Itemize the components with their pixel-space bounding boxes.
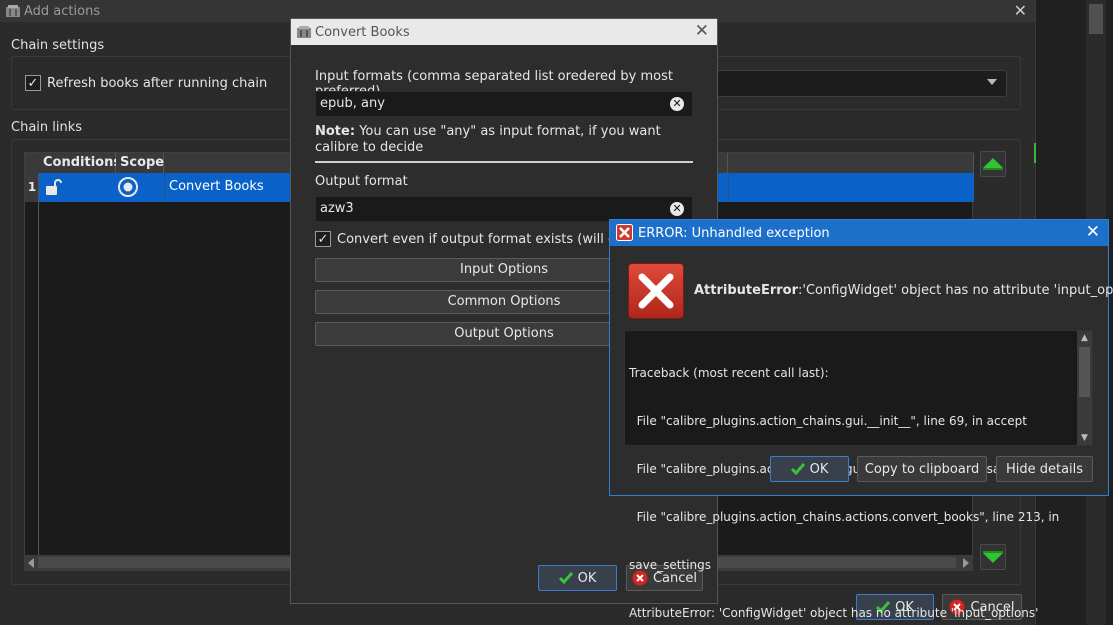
refresh-checkbox[interactable]: ✓ — [25, 75, 41, 91]
scroll-thumb[interactable] — [1079, 347, 1090, 397]
clear-icon[interactable]: ✕ — [670, 97, 684, 111]
table-corner — [25, 153, 39, 173]
traceback-text[interactable]: Traceback (most recent call last): File … — [624, 330, 1093, 620]
input-formats-input[interactable]: epub, any ✕ — [315, 91, 693, 117]
clear-icon[interactable]: ✕ — [670, 202, 684, 216]
input-formats-value: epub, any — [320, 96, 385, 111]
chevron-down-icon — [987, 79, 997, 85]
refresh-checkbox-row[interactable]: ✓ Refresh books after running chain — [25, 75, 267, 91]
error-message: AttributeError:'ConfigWidget' object has… — [694, 283, 1113, 298]
header-divider — [727, 153, 728, 173]
check-icon — [558, 572, 573, 584]
background-scroll-thumb[interactable] — [1089, 4, 1103, 34]
convert-checkbox[interactable]: ✓ — [315, 231, 331, 247]
scroll-left-icon[interactable] — [28, 558, 34, 568]
row-number[interactable]: 1 — [25, 173, 39, 202]
close-icon[interactable]: ✕ — [1014, 1, 1027, 20]
ok-label: OK — [809, 461, 829, 477]
copy-to-clipboard-button[interactable]: Copy to clipboard — [857, 456, 987, 482]
traceback-scrollbar[interactable]: ▲ ▼ — [1077, 331, 1092, 445]
note-body: You can use "any" as input format, if yo… — [315, 124, 661, 155]
separator — [315, 161, 693, 163]
move-up-button[interactable] — [980, 151, 1006, 177]
traceback-line: File "calibre_plugins.action_chains.acti… — [629, 510, 1060, 524]
refresh-checkbox-label: Refresh books after running chain — [47, 75, 268, 91]
note-bold: Note: — [315, 124, 356, 139]
chain-settings-label: Chain settings — [11, 38, 105, 53]
error-icon — [628, 263, 684, 319]
cell-divider — [728, 173, 729, 202]
convert-checkbox-row[interactable]: ✓ Convert even if output format exists (… — [315, 231, 648, 247]
header-conditions[interactable]: Conditions — [39, 153, 121, 173]
error-text: :'ConfigWidget' object has no attribute … — [798, 283, 1113, 298]
traceback-line: Traceback (most recent call last): — [629, 366, 829, 380]
traceback-line: AttributeError: 'ConfigWidget' object ha… — [629, 606, 1039, 620]
app-icon — [5, 3, 21, 23]
unlock-icon[interactable] — [44, 178, 62, 200]
close-icon[interactable]: ✕ — [695, 21, 709, 41]
traceback-line: File "calibre_plugins.action_chains.gui.… — [629, 414, 1027, 428]
convert-ok-button[interactable]: OK — [538, 565, 617, 591]
error-ok-button[interactable]: OK — [770, 456, 849, 482]
header-scope[interactable]: Scope — [116, 153, 164, 173]
scroll-down-icon[interactable]: ▼ — [1077, 431, 1092, 445]
convert-checkbox-label: Convert even if output format exists (wi… — [337, 231, 648, 247]
hide-details-button[interactable]: Hide details — [996, 456, 1093, 482]
action-cell[interactable]: Convert Books — [169, 179, 264, 194]
check-icon — [790, 463, 805, 475]
row-header-divider — [38, 173, 39, 557]
scroll-up-icon[interactable]: ▲ — [1077, 331, 1092, 345]
traceback-line: save_settings — [629, 558, 711, 572]
error-small-icon — [616, 224, 633, 245]
output-format-label: Output format — [315, 174, 408, 189]
error-type: AttributeError — [694, 283, 798, 298]
error-titlebar: ERROR: Unhandled exception ✕ — [610, 220, 1108, 246]
scope-radio-icon[interactable] — [117, 176, 139, 202]
app-icon — [296, 24, 312, 44]
settings-combo[interactable] — [716, 70, 1007, 97]
dialog-title: Convert Books — [315, 24, 410, 40]
cell-divider — [164, 173, 165, 202]
error-title: ERROR: Unhandled exception — [638, 225, 830, 241]
move-up-icon — [983, 158, 1003, 170]
error-dialog: ERROR: Unhandled exception ✕ AttributeEr… — [609, 219, 1113, 620]
chain-links-label: Chain links — [11, 120, 83, 135]
ok-label: OK — [577, 570, 597, 586]
window-title: Add actions — [24, 3, 101, 19]
note-text: Note: You can use "any" as input format,… — [315, 124, 685, 156]
output-format-value: azw3 — [320, 201, 354, 216]
close-icon[interactable]: ✕ — [1086, 222, 1100, 242]
convert-books-titlebar: Convert Books ✕ — [291, 19, 717, 45]
